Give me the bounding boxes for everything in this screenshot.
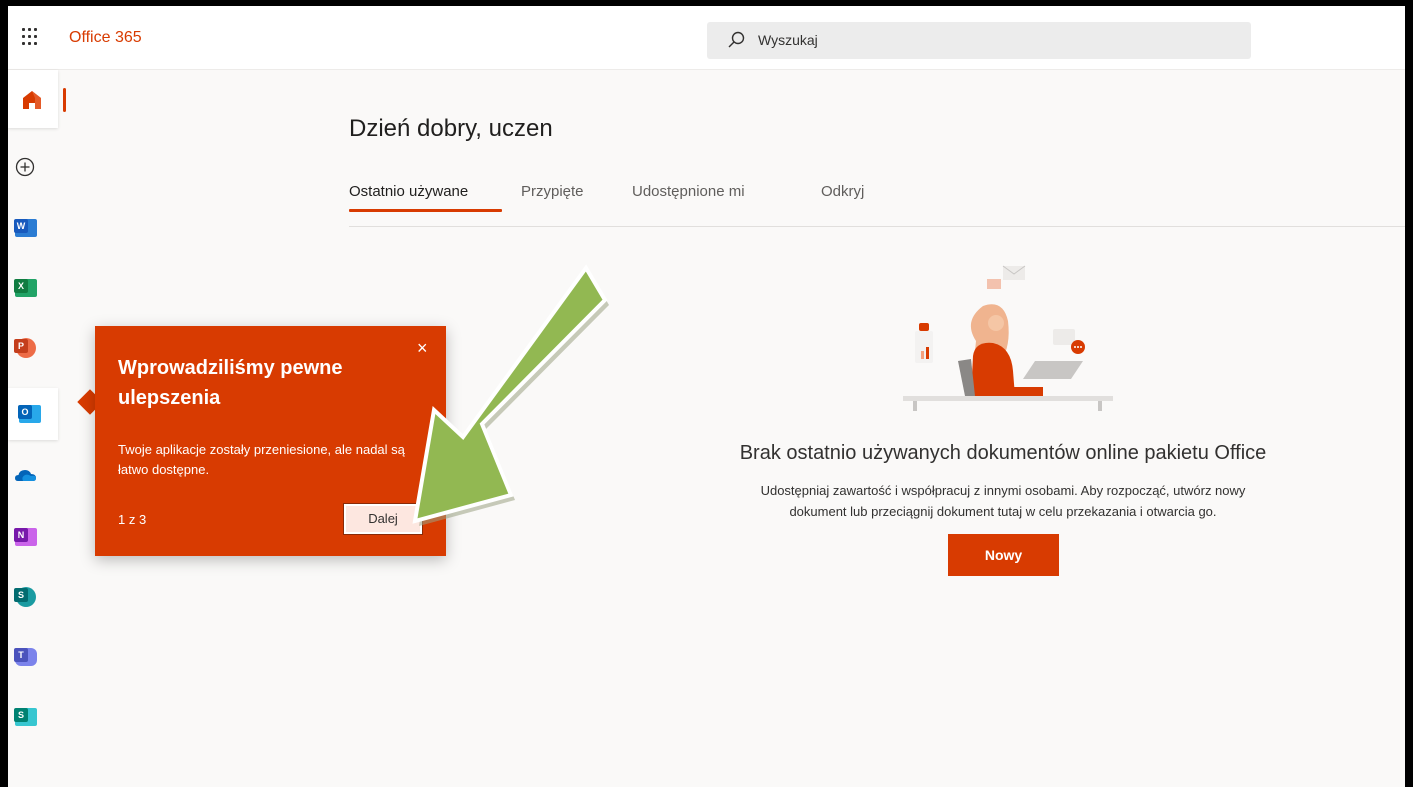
rail-teams[interactable]: T <box>14 645 38 669</box>
empty-state-title: Brak ostatnio używanych dokumentów onlin… <box>739 442 1267 464</box>
top-bar: Office 365 Wyszukaj <box>8 6 1405 70</box>
rail-create[interactable] <box>14 156 38 180</box>
onedrive-icon <box>15 470 36 481</box>
rail-excel[interactable]: X <box>14 276 38 300</box>
rail-word[interactable]: W <box>14 216 38 240</box>
home-icon <box>23 91 41 109</box>
rail-powerpoint[interactable]: P <box>14 336 38 360</box>
tab-discover[interactable]: Odkryj <box>821 183 864 200</box>
rail-onedrive[interactable] <box>14 464 38 488</box>
popup-title: Wprowadziliśmy pewne ulepszenia <box>118 357 343 409</box>
brand-link[interactable]: Office 365 <box>69 29 142 47</box>
app-window: Office 365 Wyszukaj W X P O N S T S Dzie… <box>8 6 1405 787</box>
app-rail: W X P O N S T S <box>8 70 70 787</box>
empty-state-illustration <box>903 265 1113 411</box>
search-icon <box>728 31 745 48</box>
tab-recent[interactable]: Ostatnio używane <box>349 183 468 200</box>
rail-sway[interactable]: S <box>14 705 38 729</box>
page-title: Dzień dobry, uczen <box>349 115 553 142</box>
tab-pinned[interactable]: Przypięte <box>521 183 584 200</box>
search-box[interactable]: Wyszukaj <box>707 22 1251 59</box>
divider <box>349 226 1405 227</box>
tab-shared[interactable]: Udostępnione mi <box>632 183 745 200</box>
new-document-button[interactable]: Nowy <box>948 534 1059 576</box>
popup-body: Twoje aplikacje zostały przeniesione, al… <box>118 442 405 477</box>
popup-step-count: 1 z 3 <box>118 512 147 527</box>
rail-onenote[interactable]: N <box>14 525 38 549</box>
teaching-popup: × Wprowadziliśmy pewne ulepszenia Twoje … <box>95 326 446 556</box>
close-icon[interactable]: × <box>417 339 428 357</box>
rail-outlook[interactable]: O <box>8 388 58 440</box>
search-input[interactable]: Wyszukaj <box>758 32 818 48</box>
next-button[interactable]: Dalej <box>343 503 423 535</box>
rail-sharepoint[interactable]: S <box>14 585 38 609</box>
app-launcher-icon[interactable] <box>22 28 40 46</box>
rail-home[interactable] <box>8 70 58 128</box>
tab-active-indicator <box>349 209 502 212</box>
create-icon <box>15 157 35 177</box>
empty-state-description: Udostępniaj zawartość i współpracuj z in… <box>760 483 1246 519</box>
active-indicator <box>63 88 66 112</box>
